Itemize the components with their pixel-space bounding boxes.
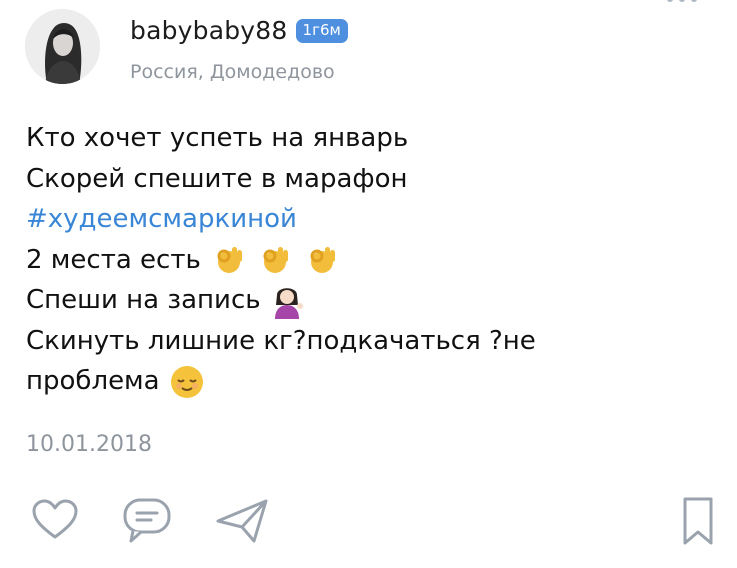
post-line-2: Скорей спешите в марафон <box>26 163 408 194</box>
ok-hand-emoji <box>257 242 293 278</box>
ok-hand-emoji <box>211 242 247 278</box>
bookmark-icon[interactable] <box>680 495 716 547</box>
post-date: 10.01.2018 <box>26 432 152 457</box>
post-line-5: Спеши на запись <box>26 280 716 321</box>
send-icon[interactable] <box>214 495 270 545</box>
relieved-face-emoji <box>170 365 204 399</box>
username[interactable]: babybaby88 <box>130 18 288 43</box>
post-line-4: 2 места есть <box>26 240 716 281</box>
location[interactable]: Россия, Домодедово <box>130 61 335 84</box>
time-badge: 1г6м <box>295 18 348 43</box>
post-line-6: Скинуть лишние кг?подкачаться ?не <box>26 325 536 356</box>
post-text: Кто хочет успеть на январь Скорей спешит… <box>26 118 716 402</box>
post-line-7: проблема <box>26 361 716 402</box>
hashtag-link[interactable]: #худеемсмаркиной <box>26 199 716 240</box>
post-line-1: Кто хочет успеть на январь <box>26 123 409 153</box>
ok-hand-emoji <box>304 242 340 278</box>
tipping-hand-woman-emoji <box>271 283 305 319</box>
action-bar <box>0 495 737 551</box>
more-options-icon[interactable] <box>667 0 697 2</box>
heart-icon[interactable] <box>30 495 80 545</box>
avatar[interactable] <box>25 9 100 84</box>
comment-icon[interactable] <box>121 495 173 545</box>
